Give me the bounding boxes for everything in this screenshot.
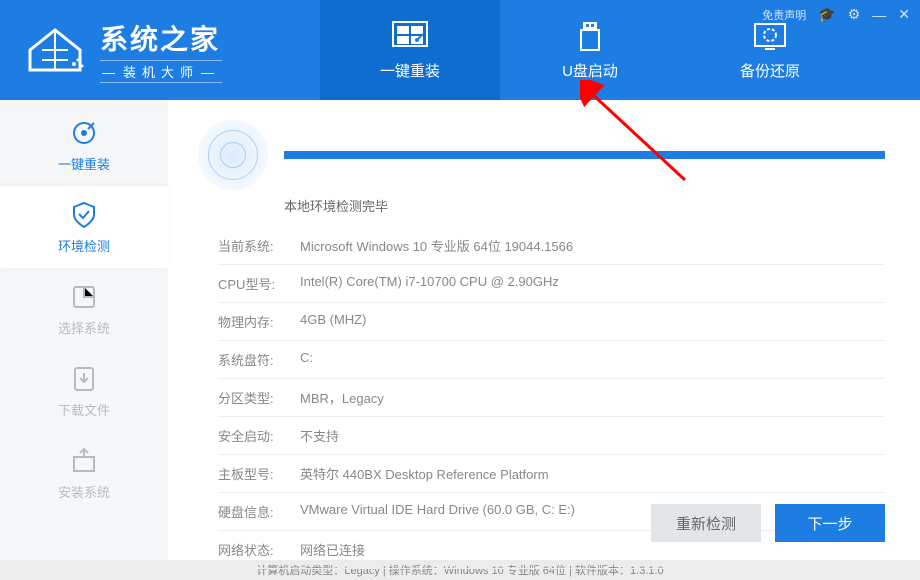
nav-label: 备份还原: [740, 60, 800, 81]
logo-subtitle: 装机大师: [100, 60, 222, 83]
info-value: 英特尔 440BX Desktop Reference Platform: [300, 464, 885, 483]
info-label: 系统盘符:: [218, 350, 300, 369]
install-icon: [69, 446, 99, 476]
titlebar: 免责声明 🎓 ⚙ — ✕: [762, 6, 910, 23]
logo: 系统之家 装机大师: [0, 18, 320, 83]
info-value: 网络已连接: [300, 540, 885, 559]
info-label: 硬盘信息:: [218, 502, 300, 521]
select-icon: [69, 282, 99, 312]
disclaimer-link[interactable]: 免责声明: [762, 7, 806, 23]
info-label: CPU型号:: [218, 274, 300, 293]
next-button[interactable]: 下一步: [775, 504, 885, 542]
info-label: 网络状态:: [218, 540, 300, 559]
shield-icon: [69, 200, 99, 230]
info-row-2: 物理内存:4GB (MHZ): [218, 303, 885, 341]
info-value: Intel(R) Core(TM) i7-10700 CPU @ 2.90GHz: [300, 274, 885, 293]
nav-label: U盘启动: [562, 60, 618, 81]
logo-title: 系统之家: [100, 18, 222, 58]
scan-status: 本地环境检测完毕: [284, 196, 885, 215]
info-value: MBR，Legacy: [300, 388, 885, 407]
nav-label: 一键重装: [380, 60, 440, 81]
sidebar-label: 下载文件: [58, 400, 110, 419]
nav-tab-1[interactable]: U盘启动: [500, 0, 680, 100]
info-label: 主板型号:: [218, 464, 300, 483]
info-row-4: 分区类型:MBR，Legacy: [218, 379, 885, 417]
sidebar-label: 环境检测: [58, 236, 110, 255]
sidebar-label: 安装系统: [58, 482, 110, 501]
sidebar-item-1[interactable]: 环境检测: [0, 186, 168, 268]
info-label: 当前系统:: [218, 236, 300, 255]
info-label: 安全启动:: [218, 426, 300, 445]
info-row-0: 当前系统:Microsoft Windows 10 专业版 64位 19044.…: [218, 227, 885, 265]
header: 系统之家 装机大师 一键重装 U盘启动 备份还原 免责声明 🎓 ⚙ — ✕: [0, 0, 920, 100]
reinstall-icon: [389, 20, 431, 52]
close-icon[interactable]: ✕: [898, 6, 910, 23]
usb-icon: [569, 20, 611, 52]
graduate-icon[interactable]: 🎓: [818, 6, 835, 23]
sidebar-item-4[interactable]: 安装系统: [0, 432, 168, 514]
info-value: Microsoft Windows 10 专业版 64位 19044.1566: [300, 236, 885, 255]
gear-icon[interactable]: ⚙: [848, 6, 861, 23]
info-label: 分区类型:: [218, 388, 300, 407]
target-icon: [69, 118, 99, 148]
sidebar-label: 一键重装: [58, 154, 110, 173]
info-row-3: 系统盘符:C:: [218, 341, 885, 379]
info-row-1: CPU型号:Intel(R) Core(TM) i7-10700 CPU @ 2…: [218, 265, 885, 303]
sidebar-item-2[interactable]: 选择系统: [0, 268, 168, 350]
radar-icon: [198, 120, 268, 190]
info-row-6: 主板型号:英特尔 440BX Desktop Reference Platfor…: [218, 455, 885, 493]
download-icon: [69, 364, 99, 394]
minimize-icon[interactable]: —: [872, 7, 886, 23]
logo-icon: [20, 20, 90, 80]
sidebar-item-0[interactable]: 一键重装: [0, 104, 168, 186]
info-value: C:: [300, 350, 885, 369]
rescan-button[interactable]: 重新检测: [651, 504, 761, 542]
info-value: 4GB (MHZ): [300, 312, 885, 331]
sidebar-item-3[interactable]: 下载文件: [0, 350, 168, 432]
info-label: 物理内存:: [218, 312, 300, 331]
sidebar: 一键重装环境检测选择系统下载文件安装系统: [0, 100, 168, 560]
sidebar-label: 选择系统: [58, 318, 110, 337]
info-value: 不支持: [300, 426, 885, 445]
info-row-5: 安全启动:不支持: [218, 417, 885, 455]
backup-icon: [749, 20, 791, 52]
main-panel: 本地环境检测完毕 当前系统:Microsoft Windows 10 专业版 6…: [168, 100, 920, 560]
progress-bar: [284, 151, 885, 159]
nav-tab-0[interactable]: 一键重装: [320, 0, 500, 100]
